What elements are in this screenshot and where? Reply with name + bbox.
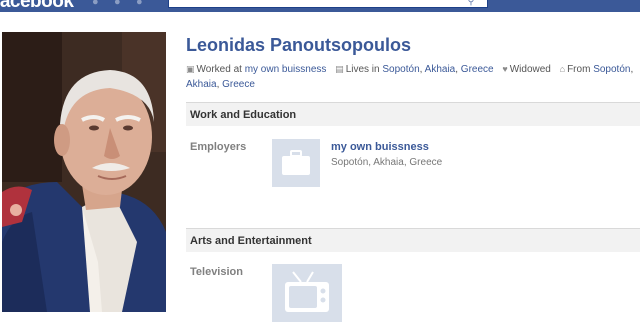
briefcase-icon: ▣ [186,64,195,74]
television-icon [285,271,329,312]
lives-in-country-link[interactable]: Greece [461,64,494,75]
employer-name-link[interactable]: my own buissness [331,141,429,153]
from-country-link[interactable]: Greece [222,79,255,90]
profile-name[interactable]: Leonidas Panoutsopoulos [186,35,411,56]
from-region-link[interactable]: Akhaia [186,79,217,90]
facebook-logo[interactable]: facebook [0,0,74,12]
employer-thumbnail[interactable] [272,139,320,187]
lives-in-region-link[interactable]: Akhaia [425,64,456,75]
employer-location: Sopotón, Akhaia, Greece [331,157,443,168]
employers-label: Employers [190,141,247,153]
home-icon: ⌂ [559,64,566,74]
search-button[interactable]: ⚲ [460,0,482,7]
notification-jewels: ● ● ● [92,0,150,8]
television-label: Television [190,266,243,278]
profile-summary: ▣ Worked at my own buissness ▤ Lives in So… [186,64,634,90]
messages-icon[interactable]: ● [114,0,128,8]
top-bar: facebook ● ● ● ⚲ [0,0,640,12]
briefcase-icon [282,150,310,175]
worked-at-prefix: Worked at [196,64,242,75]
search-input[interactable] [169,4,487,12]
friend-requests-icon[interactable]: ● [92,0,106,8]
heart-icon: ♥ [502,64,508,74]
notifications-icon[interactable]: ● [136,0,150,8]
lives-in-city-link[interactable]: Sopotón [382,64,419,75]
building-icon: ▤ [335,64,344,74]
lives-in-prefix: Lives in [345,64,380,75]
search-box [168,0,488,12]
relationship-status: Widowed [509,64,551,75]
television-thumbnail[interactable] [272,264,342,322]
worked-at-link[interactable]: my own buissness [245,64,327,75]
profile-photo-graphic [2,32,166,312]
from-city-link[interactable]: Sopotón [593,64,630,75]
arts-entertainment-header: Arts and Entertainment [186,228,640,252]
work-education-header: Work and Education [186,102,640,126]
from-prefix: From [567,64,591,75]
profile-picture[interactable] [2,32,166,312]
